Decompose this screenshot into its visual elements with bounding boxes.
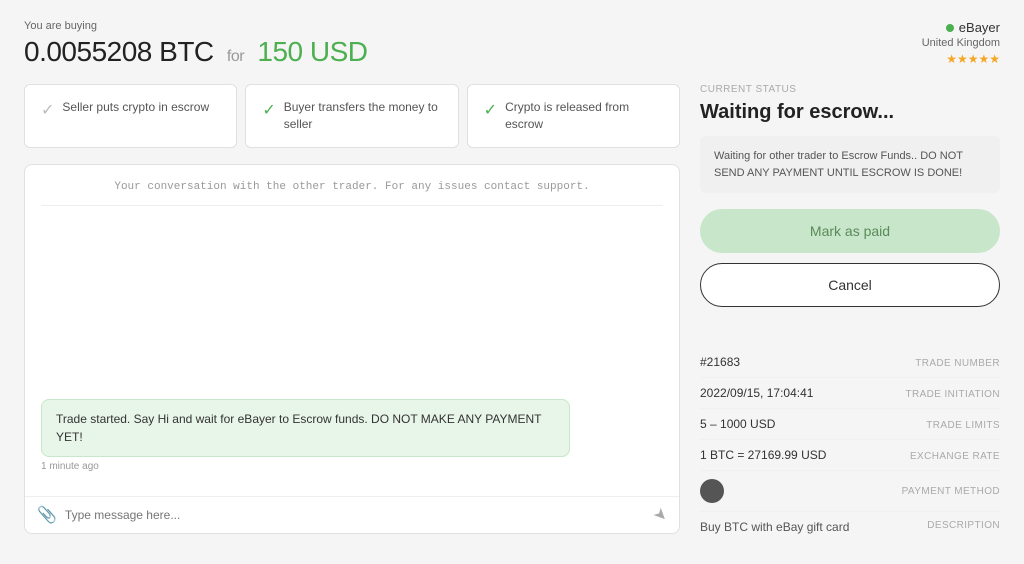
exchange-rate-value: 1 BTC = 27169.99 USD xyxy=(700,448,826,462)
mark-paid-button[interactable]: Mark as paid xyxy=(700,209,1000,253)
trade-initiation-value: 2022/09/15, 17:04:41 xyxy=(700,386,813,400)
crypto-amount: 0.0055208 BTC xyxy=(24,36,214,67)
trade-number-row: #21683 TRADE NUMBER xyxy=(700,347,1000,378)
trade-details: #21683 TRADE NUMBER 2022/09/15, 17:04:41… xyxy=(700,347,1000,542)
left-panel: ✓ Seller puts crypto in escrow ✓ Buyer t… xyxy=(24,84,680,542)
buying-section: You are buying 0.0055208 BTC for 150 USD xyxy=(24,20,368,68)
step-3-label: Crypto is released from escrow xyxy=(505,99,663,133)
right-panel: CURRENT STATUS Waiting for escrow... Wai… xyxy=(700,84,1000,542)
current-status-label: CURRENT STATUS xyxy=(700,84,1000,95)
send-icon[interactable]: ➤ xyxy=(648,503,672,527)
user-status: eBayer xyxy=(922,20,1000,35)
buying-amount: 0.0055208 BTC for 150 USD xyxy=(24,36,368,68)
chat-input-row: 📎 ➤ xyxy=(25,496,679,533)
message-time: 1 minute ago xyxy=(41,461,663,472)
chat-divider xyxy=(41,205,663,206)
for-text: for xyxy=(227,48,244,65)
chat-box: Your conversation with the other trader.… xyxy=(24,164,680,534)
trade-limits-label: TRADE LIMITS xyxy=(926,420,1000,431)
user-stars: ★★★★★ xyxy=(922,52,1000,66)
escrow-notice: Waiting for other trader to Escrow Funds… xyxy=(700,136,1000,193)
step-1-label: Seller puts crypto in escrow xyxy=(62,99,209,116)
attach-icon[interactable]: 📎 xyxy=(37,505,57,525)
chat-placeholder: Your conversation with the other trader.… xyxy=(41,181,663,193)
trade-limits-value: 5 – 1000 USD xyxy=(700,417,775,431)
username: eBayer xyxy=(959,20,1000,35)
exchange-rate-label: EXCHANGE RATE xyxy=(910,451,1000,462)
trade-number-label: TRADE NUMBER xyxy=(915,358,1000,369)
step-1-icon: ✓ xyxy=(41,100,54,120)
chat-messages: Trade started. Say Hi and wait for eBaye… xyxy=(41,218,663,480)
exchange-rate-row: 1 BTC = 27169.99 USD EXCHANGE RATE xyxy=(700,440,1000,471)
payment-method-row: PAYMENT METHOD xyxy=(700,471,1000,512)
step-3-icon: ✓ xyxy=(484,100,497,120)
status-heading: Waiting for escrow... xyxy=(700,101,1000,124)
trade-number-value: #21683 xyxy=(700,355,740,369)
trade-initiation-label: TRADE INITIATION xyxy=(905,389,1000,400)
trade-limits-row: 5 – 1000 USD TRADE LIMITS xyxy=(700,409,1000,440)
step-2-icon: ✓ xyxy=(262,100,275,120)
cancel-button[interactable]: Cancel xyxy=(700,263,1000,307)
online-indicator xyxy=(946,24,954,32)
step-2-label: Buyer transfers the money to seller xyxy=(284,99,442,133)
payment-method-label: PAYMENT METHOD xyxy=(902,486,1000,497)
description-value: Buy BTC with eBay gift card xyxy=(700,520,849,534)
message-bubble: Trade started. Say Hi and wait for eBaye… xyxy=(41,399,570,457)
description-row: Buy BTC with eBay gift card DESCRIPTION xyxy=(700,512,1000,542)
step-1: ✓ Seller puts crypto in escrow xyxy=(24,84,237,148)
steps-row: ✓ Seller puts crypto in escrow ✓ Buyer t… xyxy=(24,84,680,148)
chat-input[interactable] xyxy=(65,508,646,522)
user-country: United Kingdom xyxy=(922,37,1000,49)
step-2: ✓ Buyer transfers the money to seller xyxy=(245,84,458,148)
buying-label: You are buying xyxy=(24,20,368,32)
chat-area: Your conversation with the other trader.… xyxy=(25,165,679,496)
user-info: eBayer United Kingdom ★★★★★ xyxy=(922,20,1000,66)
description-label: DESCRIPTION xyxy=(927,520,1000,531)
fiat-amount: 150 USD xyxy=(257,36,367,67)
trade-initiation-row: 2022/09/15, 17:04:41 TRADE INITIATION xyxy=(700,378,1000,409)
step-3: ✓ Crypto is released from escrow xyxy=(467,84,680,148)
payment-method-icon xyxy=(700,479,724,503)
